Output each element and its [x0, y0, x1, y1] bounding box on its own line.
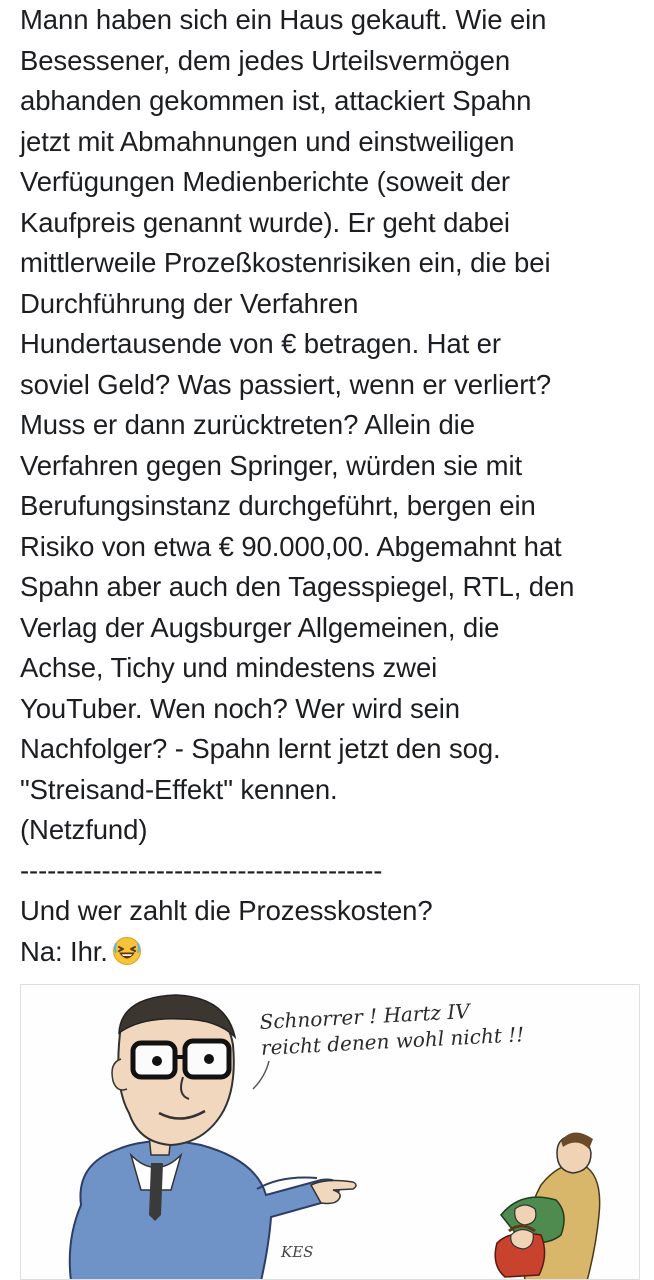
facebook-post: Mann haben sich ein Haus gekauft. Wie ei… [0, 0, 654, 1280]
post-line: Risiko von etwa € 90.000,00. Abgemahnt h… [20, 530, 562, 562]
post-line: Mann haben sich ein Haus gekauft. Wie ei… [20, 4, 547, 35]
post-line: Berufungsinstanz durchgeführt, bergen ei… [20, 490, 536, 521]
post-line: YouTuber. Wen noch? Wer wird sein [20, 692, 461, 724]
post-line: jetzt mit Abmahnungen und einstweiligen [20, 125, 515, 157]
post-line: Verfügungen Medienberichte (soweit der [20, 166, 510, 197]
post-line: Verlag der Augsburger Allgemeinen, die [20, 611, 500, 643]
post-line: soviel Geld? Was passiert, wenn er verli… [20, 368, 552, 400]
post-line: Kaufpreis genannt wurde). Er geht dabei [20, 206, 510, 238]
post-line: Spahn aber auch den Tagesspiegel, RTL, d… [20, 571, 575, 602]
post-line-last: Na: Ihr. [20, 932, 650, 978]
post-body: Mann haben sich ein Haus gekauft. Wie ei… [20, 0, 650, 977]
laughing-face-icon [112, 936, 142, 978]
post-line: (Netzfund) [20, 814, 148, 845]
post-line: Hundertausende von € betragen. Hat er [20, 328, 501, 359]
post-line: Nachfolger? - Spahn lernt jetzt den sog. [20, 733, 501, 764]
post-line: "Streisand-Effekt" kennen. [20, 773, 338, 805]
post-line: Durchführung der Verfahren [20, 287, 359, 319]
artist-signature: KES [281, 1243, 314, 1261]
post-line: mittlerweile Prozeßkostenrisiken ein, di… [20, 247, 551, 278]
post-line: Verfahren gegen Springer, würden sie mit [20, 449, 522, 481]
separator-line: ---------------------------------------- [20, 854, 383, 886]
post-line: Achse, Tichy und mindestens zwei [20, 652, 438, 683]
post-line: Und wer zahlt die Prozesskosten? [20, 895, 433, 926]
cartoon-image[interactable]: Schnorrer ! Hartz IV reicht denen wohl n… [20, 984, 640, 1280]
post-line: abhanden gekommen ist, attackiert Spahn [20, 85, 532, 116]
post-line: Muss er dann zurücktreten? Allein die [20, 409, 475, 440]
post-line: Besessener, dem jedes Urteilsvermögen [20, 44, 511, 76]
post-line-text: Na: Ihr. [20, 935, 108, 967]
